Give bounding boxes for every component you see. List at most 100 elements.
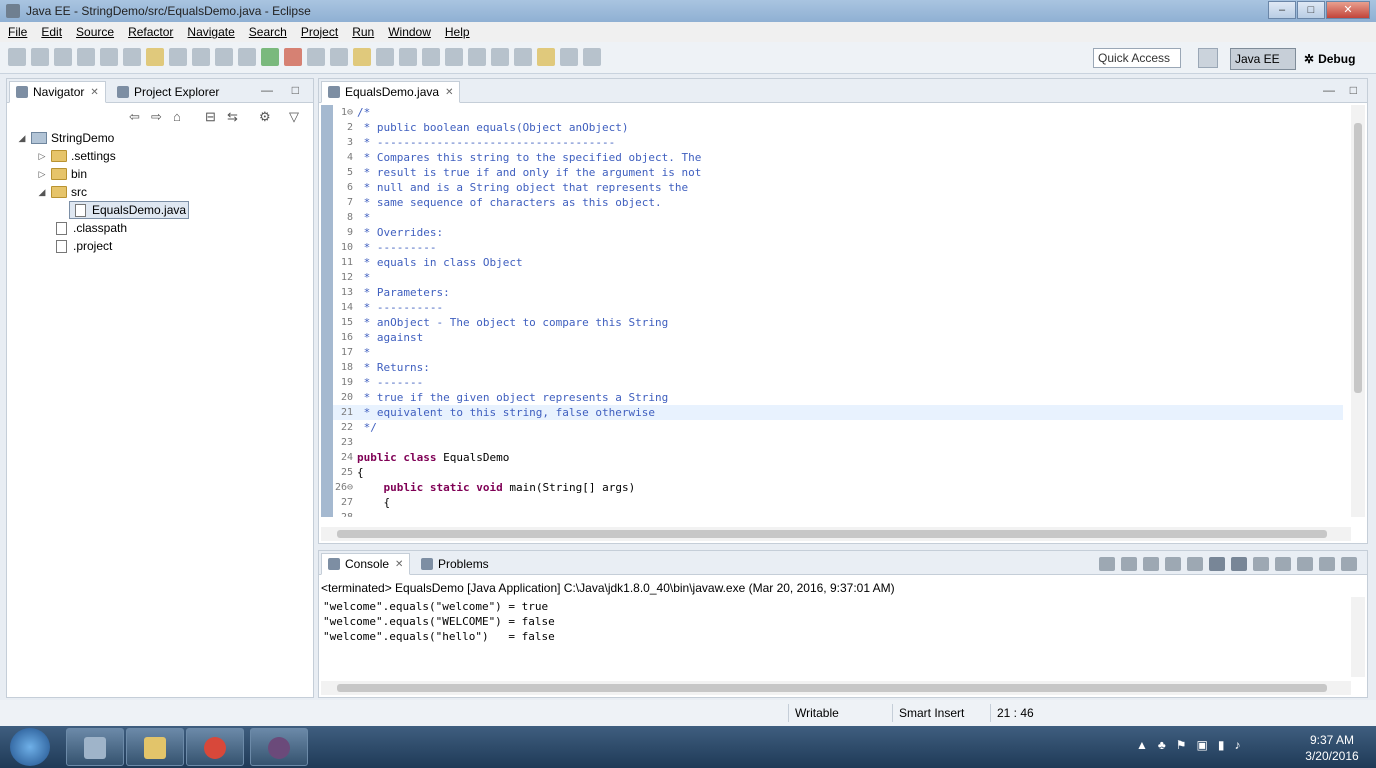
menu-window[interactable]: Window [388, 25, 431, 39]
new-package-icon[interactable] [169, 48, 187, 66]
collapsed-twisty-icon[interactable]: ▷ [37, 169, 47, 180]
external-tools-icon[interactable] [284, 48, 302, 66]
remove-all-terminated-icon[interactable] [1143, 557, 1159, 571]
code-line[interactable]: 23 [333, 435, 1343, 450]
show-console-on-output-icon[interactable] [1231, 557, 1247, 571]
menu-navigate[interactable]: Navigate [187, 25, 234, 39]
up-folder-icon[interactable]: ⌂ [173, 109, 181, 124]
run-icon[interactable] [261, 48, 279, 66]
block-selection-icon[interactable] [445, 48, 463, 66]
code-line[interactable]: 12 * [333, 270, 1343, 285]
tree-item-src[interactable]: ◢ src [37, 183, 87, 201]
previous-annotation-icon[interactable] [514, 48, 532, 66]
maximize-console-button[interactable] [1341, 557, 1357, 571]
skip-breakpoints-icon[interactable] [123, 48, 141, 66]
code-line[interactable]: 3 * ------------------------------------ [333, 135, 1343, 150]
tray-app-icon[interactable]: ♣ [1158, 738, 1166, 752]
menu-project[interactable]: Project [301, 25, 338, 39]
minimize-console-button[interactable] [1319, 557, 1335, 571]
scroll-lock-icon[interactable] [1187, 557, 1203, 571]
code-line[interactable]: 24 public class EqualsDemo [333, 450, 1343, 465]
code-line[interactable]: 19 * ------- [333, 375, 1343, 390]
new-project-icon[interactable] [146, 48, 164, 66]
tree-item-classpath[interactable]: .classpath [53, 219, 127, 237]
remove-launch-icon[interactable] [1121, 557, 1137, 571]
new-java-class-icon[interactable] [330, 48, 348, 66]
close-tab-icon[interactable]: ✕ [445, 87, 453, 98]
code-line[interactable]: 15 * anObject - The object to compare th… [333, 315, 1343, 330]
code-line[interactable]: 1⊖ /* [333, 105, 1343, 120]
tab-console[interactable]: Console ✕ [321, 553, 411, 575]
taskbar-app-explorer[interactable] [126, 728, 184, 766]
show-hidden-icons-icon[interactable]: ▲ [1136, 738, 1148, 752]
code-line[interactable]: 27 { [333, 495, 1343, 510]
scroll-thumb[interactable] [1354, 123, 1362, 393]
toggle-mark-icon[interactable] [422, 48, 440, 66]
new-server-icon[interactable] [77, 48, 95, 66]
code-line[interactable]: 7 * same sequence of characters as this … [333, 195, 1343, 210]
menu-file[interactable]: File [8, 25, 27, 39]
volume-icon[interactable]: ♪ [1234, 738, 1240, 752]
print-icon[interactable] [54, 48, 72, 66]
menu-refactor[interactable]: Refactor [128, 25, 173, 39]
tree-item-settings[interactable]: ▷ .settings [37, 147, 116, 165]
menu-run[interactable]: Run [352, 25, 374, 39]
close-tab-icon[interactable]: ✕ [90, 87, 98, 98]
taskbar-app-eclipse[interactable] [250, 728, 308, 766]
coverage-icon[interactable] [307, 48, 325, 66]
word-wrap-icon[interactable] [1209, 557, 1225, 571]
code-line[interactable]: 13 * Parameters: [333, 285, 1343, 300]
forward-icon[interactable] [583, 48, 601, 66]
code-line[interactable]: 18 * Returns: [333, 360, 1343, 375]
code-line[interactable]: 17 * [333, 345, 1343, 360]
open-type-icon[interactable] [215, 48, 233, 66]
tree-item-project[interactable]: .project [53, 237, 112, 255]
menu-help[interactable]: Help [445, 25, 470, 39]
perspective-debug[interactable]: ✲ Debug [1300, 48, 1362, 70]
forward-arrow-icon[interactable]: ⇨ [151, 109, 162, 125]
console-horizontal-scrollbar[interactable] [321, 681, 1351, 695]
code-line[interactable]: 26⊖ public static void main(String[] arg… [333, 480, 1343, 495]
link-editor-icon[interactable]: ⇆ [227, 109, 238, 125]
display-icon[interactable]: ▣ [1197, 738, 1208, 752]
tab-project-explorer[interactable]: Project Explorer [111, 81, 225, 103]
close-tab-icon[interactable]: ✕ [395, 559, 403, 570]
maximize-view-button[interactable]: □ [292, 83, 299, 97]
network-icon[interactable]: ▮ [1218, 738, 1225, 752]
filters-icon[interactable]: ⚙ [259, 109, 271, 125]
display-console-icon[interactable] [1275, 557, 1291, 571]
pen-icon[interactable] [399, 48, 417, 66]
code-line[interactable]: 25 { [333, 465, 1343, 480]
perspective-java-ee[interactable]: Java EE [1230, 48, 1296, 70]
minimize-button[interactable]: – [1268, 1, 1296, 19]
code-line[interactable]: 22 */ [333, 420, 1343, 435]
minimize-editor-button[interactable]: — [1323, 83, 1335, 97]
tab-problems[interactable]: Problems [415, 553, 495, 575]
clock[interactable]: 9:37 AM 3/20/2016 [1296, 732, 1368, 764]
back-icon[interactable] [560, 48, 578, 66]
code-editor[interactable]: 1⊖/* 2 * public boolean equals(Object anO… [321, 105, 1351, 517]
code-line[interactable]: 6 * null and is a String object that rep… [333, 180, 1343, 195]
status-insert-mode[interactable]: Smart Insert [892, 704, 988, 722]
scroll-thumb[interactable] [337, 530, 1327, 538]
debug-icon[interactable] [238, 48, 256, 66]
collapsed-twisty-icon[interactable]: ▷ [37, 151, 47, 162]
code-line[interactable]: 2 * public boolean equals(Object anObjec… [333, 120, 1343, 135]
start-button[interactable] [10, 728, 50, 766]
tree-item-stringdemo[interactable]: ◢ StringDemo [17, 129, 115, 147]
search-icon[interactable] [376, 48, 394, 66]
code-line[interactable]: 5 * result is true if and only if the ar… [333, 165, 1343, 180]
tree-item-bin[interactable]: ▷ bin [37, 165, 87, 183]
code-line[interactable]: 4 * Compares this string to the specifie… [333, 150, 1343, 165]
view-menu-icon[interactable]: ▽ [289, 109, 299, 125]
collapse-all-icon[interactable]: ⊟ [205, 109, 216, 125]
taskbar-app-chrome[interactable] [186, 728, 244, 766]
open-folder-icon[interactable] [353, 48, 371, 66]
editor-horizontal-scrollbar[interactable] [321, 527, 1351, 541]
minimize-view-button[interactable]: — [261, 83, 273, 97]
code-line[interactable]: 8 * [333, 210, 1343, 225]
editor-vertical-scrollbar[interactable] [1351, 105, 1365, 517]
clear-console-icon[interactable] [1165, 557, 1181, 571]
back-arrow-icon[interactable]: ⇦ [129, 109, 140, 125]
code-line[interactable]: 10 * --------- [333, 240, 1343, 255]
